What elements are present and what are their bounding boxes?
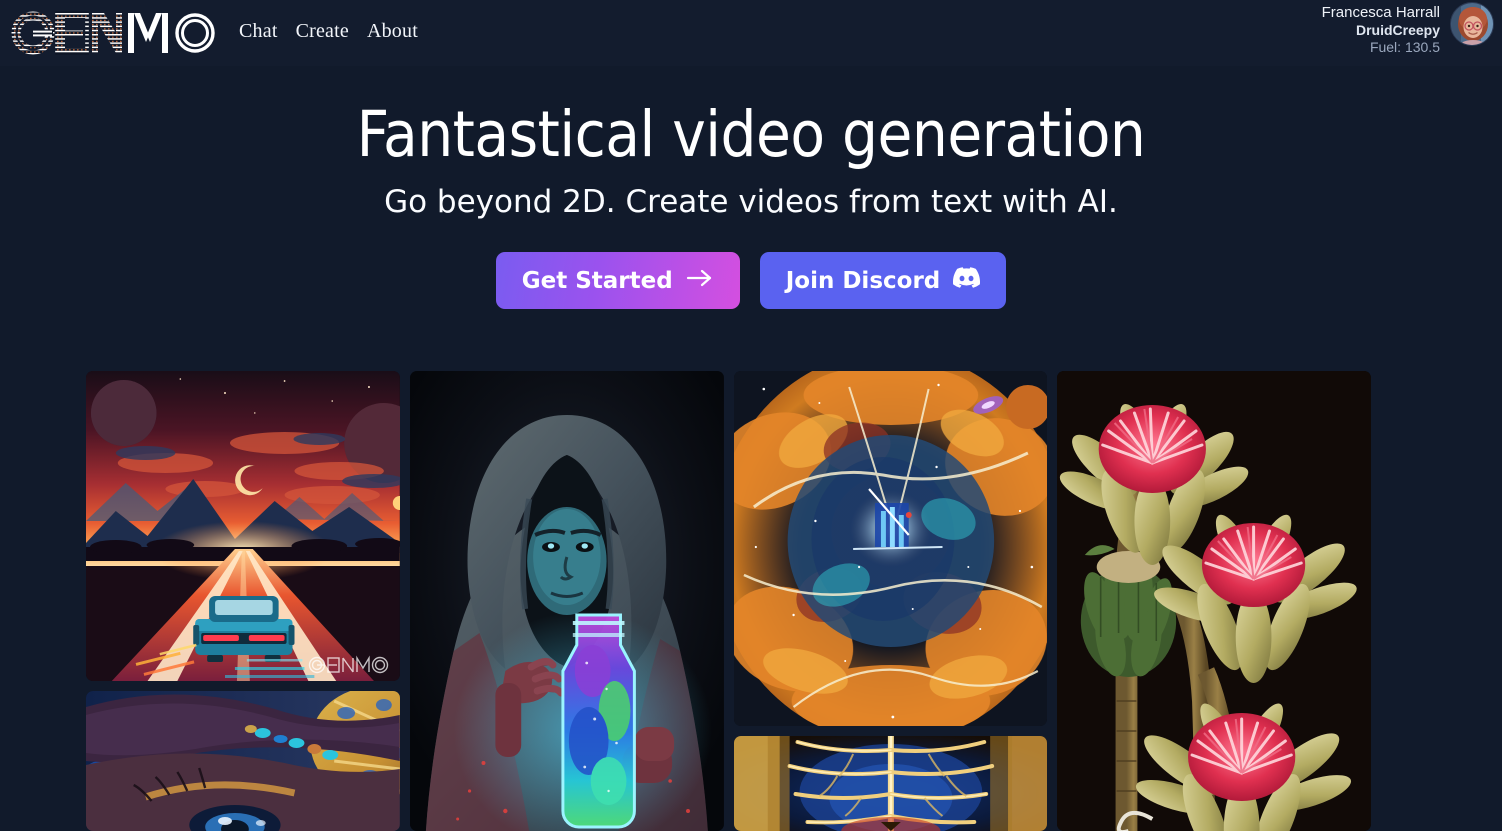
glowing-leaf-veins-art: [733, 736, 1048, 831]
cta-button-row: Get Started Join Discord: [0, 252, 1502, 310]
get-started-label: Get Started: [521, 267, 673, 294]
genmo-watermark: [308, 655, 390, 675]
hero-section: Fantastical video generation Go beyond 2…: [0, 66, 1502, 310]
join-discord-label: Join Discord: [785, 267, 941, 294]
orange-blue-nebula-art: [733, 371, 1048, 726]
gallery-tile-colorful-eye-closeup[interactable]: [86, 691, 400, 831]
protea-flowers-art: [1057, 371, 1371, 831]
genmo-logo[interactable]: [10, 10, 215, 56]
gallery-column-2: [409, 371, 724, 831]
arrow-right-icon: [686, 268, 714, 294]
join-discord-button[interactable]: Join Discord: [759, 252, 1007, 310]
user-name: Francesca Harrall: [1321, 4, 1440, 21]
user-handle: DruidCreepy: [1355, 22, 1440, 39]
hooded-figure-potion-art: [409, 371, 724, 831]
user-account-area[interactable]: Francesca Harrall DruidCreepy Fuel: 130.…: [1322, 2, 1494, 56]
page-title: Fantastical video generation: [356, 98, 1146, 171]
gallery-tile-synthwave-car-sunset[interactable]: [86, 371, 400, 681]
user-fuel-balance: Fuel: 130.5: [1369, 39, 1440, 56]
user-info: Francesca Harrall DruidCreepy Fuel: 130.…: [1322, 2, 1440, 56]
colorful-eye-closeup-art: [86, 691, 400, 831]
gallery-tile-protea-flowers[interactable]: [1057, 371, 1371, 831]
image-gallery: [86, 371, 1371, 831]
gallery-column-4: [1057, 371, 1371, 831]
gallery-column-1: [86, 371, 400, 831]
user-avatar-photo-icon: [1451, 3, 1493, 45]
gallery-column-3: [733, 371, 1048, 831]
gallery-tile-glowing-leaf-veins[interactable]: [733, 736, 1048, 831]
gallery-tile-hooded-figure-potion[interactable]: [409, 371, 724, 831]
nav-link-chat[interactable]: Chat: [239, 20, 278, 43]
discord-icon: [953, 267, 981, 294]
get-started-button[interactable]: Get Started: [495, 252, 740, 310]
main-nav: Chat Create About: [239, 20, 418, 43]
nav-link-about[interactable]: About: [367, 20, 418, 43]
gallery-tile-orange-blue-nebula[interactable]: [733, 371, 1048, 726]
site-header: Chat Create About Francesca Harrall Drui…: [0, 0, 1502, 66]
avatar[interactable]: [1450, 2, 1494, 46]
genmo-wordmark-icon: [11, 11, 215, 55]
page-subtitle: Go beyond 2D. Create videos from text wi…: [384, 184, 1118, 221]
nav-link-create[interactable]: Create: [296, 20, 349, 43]
synthwave-car-sunset-art: [86, 371, 400, 681]
